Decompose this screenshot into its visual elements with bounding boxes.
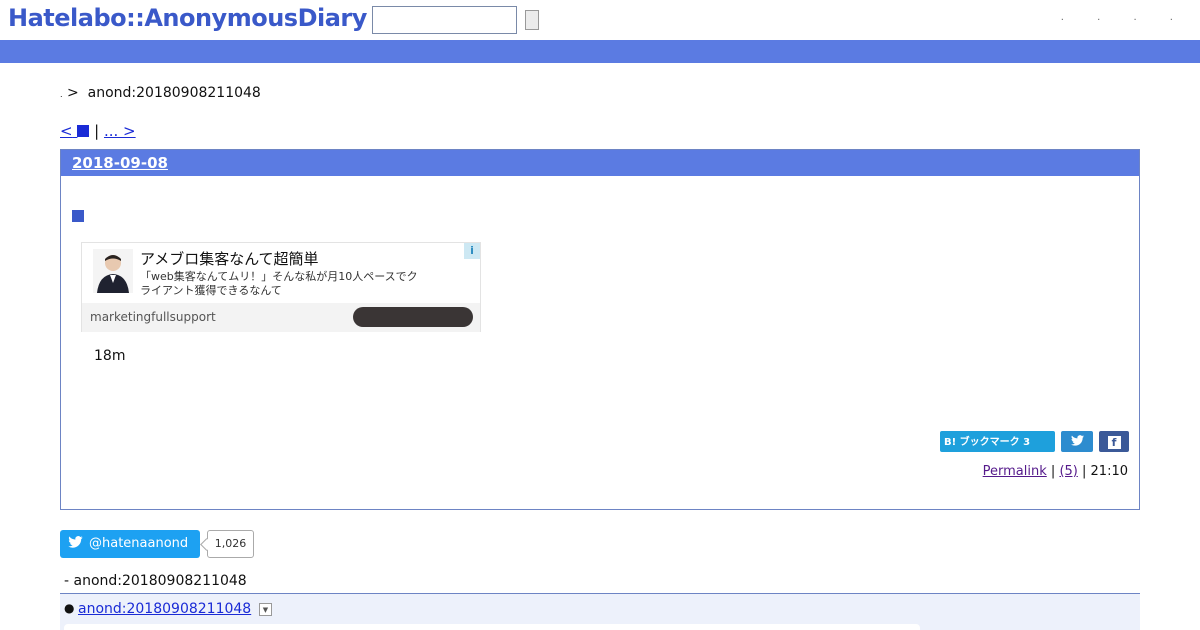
breadcrumb: . > anond:20180908211048 [60, 85, 261, 101]
ad-cta-button[interactable] [353, 307, 473, 327]
square-icon [72, 210, 84, 222]
bullet-icon: ● [64, 601, 75, 615]
references-list: ● anond:20180908211048 ▼ [60, 593, 1140, 630]
follow-label: @hatenaanond [89, 536, 189, 551]
top-links[interactable]: . . . . [1061, 12, 1188, 23]
day-header: 2018-09-08 [61, 150, 1139, 176]
header-bar [0, 40, 1200, 63]
comments-link[interactable]: (5) [1059, 464, 1077, 479]
search-button[interactable] [525, 10, 539, 30]
reference-link[interactable]: anond:20180908211048 [78, 601, 251, 617]
twitter-follow-button[interactable]: @hatenaanond [60, 530, 200, 558]
square-icon [77, 125, 90, 137]
day-date-link[interactable]: 2018-09-08 [72, 154, 168, 172]
day-section: 2018-09-08 アメブロ集客なんて超簡単 「web集客なんてムリ！」そんな… [60, 149, 1140, 510]
ad-info-icon[interactable]: i [464, 243, 480, 259]
ad-description: 「web集客なんてムリ！」そんな私が月10人ペースでクライアント獲得できるなんて [140, 270, 418, 297]
ad-footer: marketingfullsupport [82, 303, 480, 332]
prev-entry-link[interactable]: < [60, 122, 90, 140]
ad-banner[interactable]: アメブロ集客なんて超簡単 「web集客なんてムリ！」そんな私が月10人ペースでク… [81, 242, 481, 332]
entry-body-text: 18m [94, 348, 126, 364]
breadcrumb-home-link[interactable]: . [60, 90, 63, 99]
facebook-share-button[interactable]: f [1099, 431, 1129, 452]
search-input[interactable] [372, 6, 517, 34]
ad-person-image [93, 249, 133, 293]
footer-separator: | [1082, 464, 1087, 479]
section-footer: Permalink | (5) | 21:10 [983, 464, 1128, 479]
chevron-down-icon[interactable]: ▼ [259, 603, 272, 616]
references-title: - anond:20180908211048 [64, 573, 247, 589]
pager: < | ... > [60, 122, 136, 140]
footer-separator: | [1050, 464, 1056, 479]
next-entry-link[interactable]: ... > [104, 122, 136, 140]
entry-title-link[interactable] [72, 206, 84, 225]
hatena-bookmark-button[interactable]: B! ブックマーク 3 [940, 431, 1055, 452]
site-header: Hatelabo::AnonymousDiary . . . . [0, 0, 1200, 40]
site-logo[interactable]: Hatelabo::AnonymousDiary [8, 4, 367, 32]
permalink-link[interactable]: Permalink [983, 464, 1047, 479]
twitter-icon [1070, 435, 1084, 446]
follower-count[interactable]: 1,026 [207, 530, 254, 558]
twitter-share-button[interactable] [1061, 431, 1093, 452]
entry-time: 21:10 [1090, 464, 1128, 479]
facebook-icon: f [1107, 436, 1121, 449]
breadcrumb-current: anond:20180908211048 [87, 85, 261, 101]
pager-separator: | [94, 122, 100, 140]
ad-source: marketingfullsupport [90, 310, 216, 324]
ad-title: アメブロ集客なんて超簡単 [140, 250, 319, 268]
twitter-icon [68, 536, 83, 548]
reference-card [64, 624, 920, 630]
breadcrumb-separator: > [67, 85, 79, 101]
